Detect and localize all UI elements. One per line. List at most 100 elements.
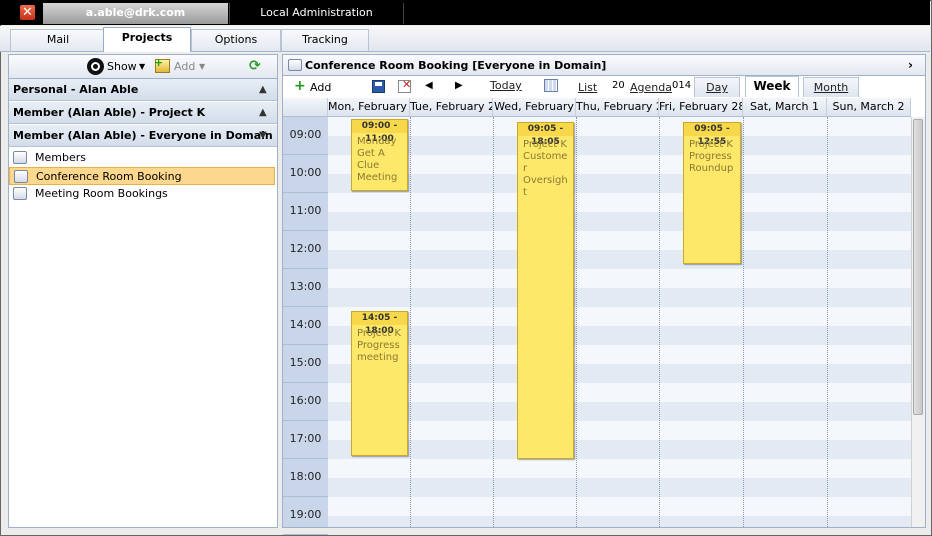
event-title: Project K Progress Roundup: [689, 139, 734, 174]
local-administration-tab[interactable]: Local Administration: [229, 3, 404, 24]
add-folder-icon[interactable]: +: [154, 57, 170, 73]
day-header[interactable]: Tue, February 25: [410, 98, 493, 117]
agenda-view-link[interactable]: Agenda: [630, 81, 672, 94]
time-slot-row[interactable]: [328, 440, 911, 459]
group-everyone-in-domain[interactable]: Member (Alan Able) - Everyone in Domain ▼: [9, 125, 277, 147]
hour-label: 16:00: [283, 383, 328, 421]
time-slot-row[interactable]: [328, 478, 911, 497]
time-slot-row[interactable]: [328, 269, 911, 288]
chevron-up-icon[interactable]: ▲: [259, 79, 269, 100]
time-slot-row[interactable]: [328, 155, 911, 174]
tab-month[interactable]: Month: [803, 77, 859, 97]
group-project-k[interactable]: Member (Alan Able) - Project K ▲: [9, 102, 277, 124]
hour-label: 18:00: [283, 459, 328, 497]
delete-icon[interactable]: ✕: [398, 78, 411, 93]
time-slot-row[interactable]: [328, 345, 911, 364]
event-time: 09:05 - 18:05: [518, 123, 573, 147]
add-icon[interactable]: +: [294, 78, 306, 94]
chevron-down-icon[interactable]: ▼: [259, 125, 269, 146]
day-header[interactable]: Fri, February 28: [659, 98, 743, 117]
today-link[interactable]: Today: [490, 79, 522, 92]
add-button[interactable]: Add: [174, 60, 195, 73]
time-slot-row[interactable]: [328, 212, 911, 231]
tab-mail[interactable]: Mail: [10, 29, 106, 51]
user-account-tab[interactable]: a.able@drk.com: [43, 3, 228, 24]
refresh-icon[interactable]: ⟳: [249, 57, 263, 75]
event-title: Project K Progress meeting: [357, 328, 401, 363]
list-item-conference-room-booking[interactable]: Conference Room Booking: [9, 167, 275, 185]
add-dropdown-icon[interactable]: ▼: [199, 60, 205, 73]
show-icon[interactable]: [87, 58, 104, 75]
close-icon[interactable]: ✕: [20, 5, 35, 20]
tab-week[interactable]: Week: [745, 76, 799, 97]
list-item-members[interactable]: Members: [9, 149, 275, 167]
calendar-icon: [13, 187, 27, 200]
hour-label: 17:00: [283, 421, 328, 459]
tab-tracking[interactable]: Tracking: [281, 29, 369, 51]
chevron-up-icon[interactable]: ▲: [259, 102, 269, 123]
week-grid[interactable]: 09:00 - 11:00 Monday Get A Clue Meeting …: [328, 117, 911, 527]
time-slot-row[interactable]: [328, 364, 911, 383]
time-slot-row[interactable]: [328, 231, 911, 250]
save-icon[interactable]: [372, 80, 385, 93]
hour-label: 14:00: [283, 307, 328, 345]
time-slot-row[interactable]: [328, 402, 911, 421]
time-slot-row[interactable]: [328, 174, 911, 193]
time-slot-row[interactable]: [328, 117, 911, 136]
date-picker-icon[interactable]: [544, 79, 558, 92]
group-label: Member (Alan Able) - Project K: [13, 106, 206, 119]
time-slot-row[interactable]: [328, 288, 911, 307]
time-slot-row[interactable]: [328, 459, 911, 478]
show-button[interactable]: Show: [107, 60, 137, 73]
event-time: 09:05 - 12:55: [684, 123, 740, 147]
show-dropdown-icon[interactable]: ▼: [139, 60, 145, 73]
group-label: Member (Alan Able) - Everyone in Domain: [13, 129, 273, 142]
hour-label: 11:00: [283, 193, 328, 231]
event-time: 14:05 - 18:00: [352, 312, 407, 336]
calendar-event[interactable]: 09:00 - 11:00 Monday Get A Clue Meeting: [351, 119, 408, 191]
item-label: Members: [35, 151, 86, 164]
day-header[interactable]: Thu, February 27: [576, 98, 659, 117]
time-slot-row[interactable]: [328, 326, 911, 345]
group-personal[interactable]: Personal - Alan Able ▲: [9, 79, 277, 101]
event-title: Project K Customer Oversight: [523, 139, 568, 198]
scrollbar-thumb[interactable]: [913, 119, 923, 415]
calendar-title-bar: Conference Room Booking [Everyone in Dom…: [282, 54, 926, 76]
group-label: Personal - Alan Able: [13, 83, 139, 96]
next-icon[interactable]: ▶: [455, 78, 463, 94]
item-label: Meeting Room Bookings: [35, 187, 168, 200]
hour-label: 15:00: [283, 345, 328, 383]
list-view-link[interactable]: List: [578, 81, 597, 94]
hour-label: 12:00: [283, 231, 328, 269]
calendar-event[interactable]: 09:05 - 18:05 Project K Customer Oversig…: [517, 122, 574, 459]
tab-day[interactable]: Day: [694, 77, 740, 97]
time-slot-row[interactable]: [328, 497, 911, 516]
hour-label: 13:00: [283, 269, 328, 307]
calendar-event[interactable]: 09:05 - 12:55 Project K Progress Roundup: [683, 122, 741, 264]
calendar-icon: [14, 170, 28, 183]
add-event-button[interactable]: Add: [310, 81, 331, 94]
list-item-meeting-room-bookings[interactable]: Meeting Room Bookings: [9, 185, 275, 203]
calendar-event[interactable]: 14:05 - 18:00 Project K Progress meeting: [351, 311, 408, 456]
hour-label: 09:00: [283, 117, 328, 155]
time-slot-row[interactable]: [328, 307, 911, 326]
year-text: 20: [612, 80, 625, 91]
time-slot-row[interactable]: [328, 136, 911, 155]
chevron-right-icon[interactable]: ›: [908, 58, 913, 72]
time-slot-row[interactable]: [328, 193, 911, 212]
members-icon: [13, 151, 27, 164]
previous-icon[interactable]: ◀: [425, 78, 433, 94]
day-header[interactable]: Wed, February: [493, 98, 576, 117]
time-slot-row[interactable]: [328, 383, 911, 402]
time-slot-row[interactable]: [328, 421, 911, 440]
day-header[interactable]: Sun, March 2: [827, 98, 911, 117]
tab-projects[interactable]: Projects: [103, 27, 191, 52]
day-header[interactable]: Sat, March 1: [743, 98, 827, 117]
time-slot-row[interactable]: [328, 516, 911, 527]
tab-options[interactable]: Options: [191, 29, 281, 51]
time-slot-row[interactable]: [328, 250, 911, 269]
calendar-icon: [288, 59, 302, 71]
hour-label: 10:00: [283, 155, 328, 193]
time-header-corner: [283, 98, 328, 117]
day-header[interactable]: Mon, February 24: [328, 98, 410, 117]
